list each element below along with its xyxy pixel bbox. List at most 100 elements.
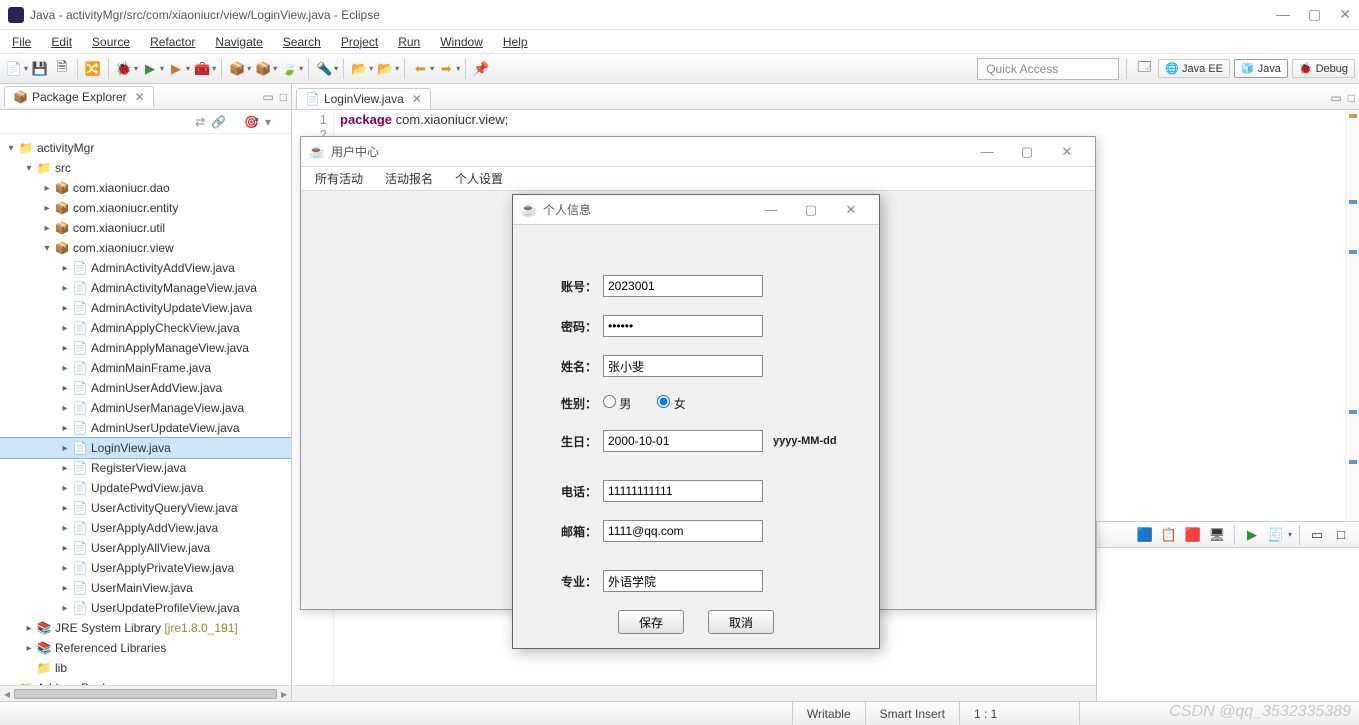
menu-activity-apply[interactable]: 活动报名 — [375, 168, 443, 189]
coverage-icon[interactable]: ▶ — [166, 59, 186, 79]
file-node[interactable]: ▸📄AdminActivityUpdateView.java — [0, 298, 291, 318]
minimize-button[interactable]: — — [751, 202, 791, 217]
terminal-icon[interactable]: ▶ — [1242, 525, 1262, 545]
pin-icon[interactable]: 📌 — [471, 59, 491, 79]
file-node[interactable]: ▸📄LoginView.java — [0, 438, 291, 458]
maximize-button[interactable]: ▢ — [1007, 144, 1047, 160]
menu-file[interactable]: File — [4, 33, 39, 51]
project-tree[interactable]: ▾📁activityMgr ▾📁src ▸📦com.xiaoniucr.dao … — [0, 134, 291, 685]
link-editor-icon[interactable]: 🔗 — [211, 115, 226, 129]
open-perspective-icon[interactable]: 🗔 — [1134, 59, 1154, 79]
menu-source[interactable]: Source — [84, 33, 138, 51]
file-node[interactable]: ▸📄RegisterView.java — [0, 458, 291, 478]
file-node[interactable]: ▸📄AdminUserAddView.java — [0, 378, 291, 398]
close-icon[interactable]: ✕ — [135, 90, 145, 104]
minimize-view-icon[interactable]: ▭ — [262, 90, 273, 104]
file-node[interactable]: ▸📄UserApplyPrivateView.java — [0, 558, 291, 578]
file-node[interactable]: ▸📄UserApplyAllView.java — [0, 538, 291, 558]
servers-icon[interactable]: 🖥 — [1207, 525, 1227, 545]
file-node[interactable]: ▸📄UserApplyAddView.java — [0, 518, 291, 538]
file-node[interactable]: ▸📄UserActivityQueryView.java — [0, 498, 291, 518]
forward-icon[interactable]: ➡ — [436, 59, 456, 79]
perspective-java[interactable]: 🧊Java — [1234, 59, 1288, 78]
package-node[interactable]: com.xiaoniucr.entity — [73, 201, 178, 215]
jre-node[interactable]: JRE System Library [jre1.8.0_191] — [55, 621, 238, 635]
file-node[interactable]: ▸📄AdminApplyManageView.java — [0, 338, 291, 358]
file-node[interactable]: ▸📄UpdatePwdView.java — [0, 478, 291, 498]
open-type-icon[interactable]: 📂 — [349, 59, 369, 79]
radio-female[interactable]: 女 — [657, 395, 685, 412]
maximize-editor-icon[interactable]: □ — [1348, 91, 1355, 105]
file-node[interactable]: ▸📄AdminApplyCheckView.java — [0, 318, 291, 338]
package-node[interactable]: com.xiaoniucr.util — [73, 221, 165, 235]
file-node[interactable]: ▸📄UserMainView.java — [0, 578, 291, 598]
explorer-tab[interactable]: 📦 Package Explorer ✕ — [4, 86, 154, 107]
project-node[interactable]: activityMgr — [37, 141, 94, 155]
minimize-editor-icon[interactable]: ▭ — [1330, 91, 1341, 105]
maximize-button[interactable]: ▢ — [791, 202, 831, 218]
file-node[interactable]: ▸📄AdminActivityManageView.java — [0, 278, 291, 298]
perspective-debug[interactable]: 🐞Debug — [1292, 59, 1355, 78]
password-input[interactable] — [603, 315, 763, 337]
menu-personal-settings[interactable]: 个人设置 — [445, 168, 513, 189]
file-node[interactable]: ▸📄UserUpdateProfileView.java — [0, 598, 291, 618]
menu-project[interactable]: Project — [333, 33, 386, 51]
menu-run[interactable]: Run — [390, 33, 428, 51]
close-button[interactable]: ✕ — [1047, 144, 1087, 160]
name-input[interactable] — [603, 355, 763, 377]
maximize-view-icon[interactable]: □ — [280, 90, 287, 104]
menu-navigate[interactable]: Navigate — [207, 33, 270, 51]
phone-input[interactable] — [603, 480, 763, 502]
explorer-scrollbar[interactable]: ◂▸ — [0, 685, 291, 701]
external-icon[interactable]: 🧰 — [192, 59, 212, 79]
email-input[interactable] — [603, 520, 763, 542]
account-input[interactable] — [603, 275, 763, 297]
menu-edit[interactable]: Edit — [43, 33, 80, 51]
back-icon[interactable]: ⬅ — [410, 59, 430, 79]
package-node[interactable]: com.xiaoniucr.dao — [73, 181, 170, 195]
radio-male[interactable]: 男 — [603, 395, 631, 412]
src-node[interactable]: src — [55, 161, 71, 175]
menu-all-activities[interactable]: 所有活动 — [305, 168, 373, 189]
package-node[interactable]: com.xiaoniucr.view — [73, 241, 174, 255]
close-button[interactable]: ✕ — [831, 202, 871, 218]
file-node[interactable]: ▸📄AdminActivityAddView.java — [0, 258, 291, 278]
focus-icon[interactable]: 🎯 — [244, 115, 259, 129]
major-input[interactable] — [603, 570, 763, 592]
debug-icon[interactable]: 🐞 — [114, 59, 134, 79]
maximize-panel-icon[interactable]: □ — [1331, 525, 1351, 545]
search-icon[interactable]: 🔦 — [314, 59, 334, 79]
lib-node[interactable]: lib — [55, 661, 67, 675]
close-button[interactable]: ✕ — [1339, 6, 1351, 23]
new-package-icon[interactable]: 📦 — [227, 59, 247, 79]
close-icon[interactable]: ✕ — [412, 92, 422, 106]
menu-help[interactable]: Help — [495, 33, 536, 51]
menu-refactor[interactable]: Refactor — [142, 33, 203, 51]
birthday-input[interactable] — [603, 430, 763, 452]
menu-window[interactable]: Window — [432, 33, 491, 51]
file-node[interactable]: ▸📄AdminUserUpdateView.java — [0, 418, 291, 438]
save-all-icon[interactable]: 🗎 — [52, 59, 72, 79]
minimize-button[interactable]: — — [967, 144, 1007, 159]
new-type-icon[interactable]: 🍃 — [279, 59, 299, 79]
file-node[interactable]: ▸📄AdminMainFrame.java — [0, 358, 291, 378]
console-icon[interactable]: 🟦 — [1135, 525, 1155, 545]
collapse-all-icon[interactable]: ⇄ — [195, 115, 205, 129]
minimize-button[interactable]: — — [1276, 6, 1290, 23]
menu-search[interactable]: Search — [275, 33, 329, 51]
tasks-icon[interactable]: 📋 — [1159, 525, 1179, 545]
run-icon[interactable]: ▶ — [140, 59, 160, 79]
editor-tab-loginview[interactable]: 📄 LoginView.java ✕ — [296, 88, 431, 109]
cancel-button[interactable]: 取消 — [708, 610, 774, 634]
new-class-icon[interactable]: 📦 — [253, 59, 273, 79]
perspective-javaee[interactable]: 🌐Java EE — [1158, 59, 1230, 78]
debug-shell-icon[interactable]: 🧾 — [1266, 525, 1286, 545]
view-menu-icon[interactable]: ▾ — [265, 115, 271, 129]
file-node[interactable]: ▸📄AdminUserManageView.java — [0, 398, 291, 418]
save-icon[interactable]: 💾 — [30, 59, 50, 79]
toggle-icon[interactable]: 🔀 — [83, 59, 103, 79]
quick-access-input[interactable]: Quick Access — [977, 58, 1119, 80]
maximize-button[interactable]: ▢ — [1308, 6, 1321, 23]
new-icon[interactable]: 📄 — [4, 59, 24, 79]
reflib-node[interactable]: Referenced Libraries — [55, 641, 166, 655]
